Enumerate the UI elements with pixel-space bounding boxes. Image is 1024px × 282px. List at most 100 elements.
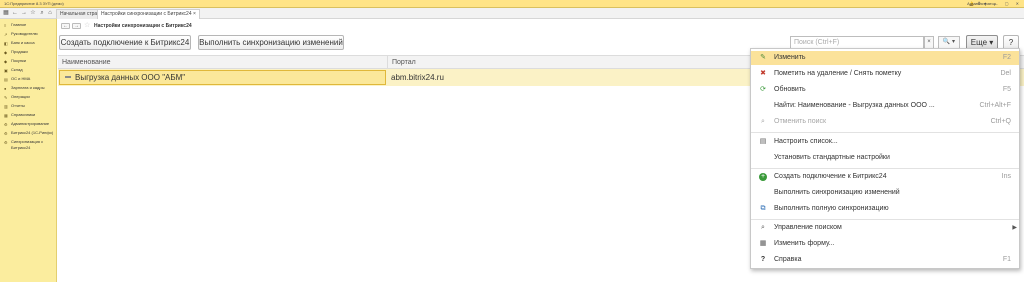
refresh-icon: ⟳ [760, 86, 766, 93]
menu-item-help[interactable]: ? Справка F1 [751, 253, 1019, 267]
history-back-icon[interactable]: ← [11, 10, 19, 17]
column-header-portal[interactable]: Портал [388, 56, 788, 69]
menu-item-create-connection[interactable]: + Создать подключение к Битрикс24 Ins [751, 170, 1019, 184]
sidebar-item-label-line2: Битрикс24 [11, 145, 31, 150]
page-title: Настройки синхронизации с Битрикс24 [94, 23, 192, 29]
sidebar-item-purchases[interactable]: ◆ Покупки [4, 58, 26, 64]
sync-changes-button[interactable]: Выполнить синхронизацию изменений [198, 35, 344, 50]
menu-item-cancel-search[interactable]: ⌕ Отменить поиск Ctrl+Q [751, 115, 1019, 129]
search-icon: ⌕ [761, 224, 765, 231]
app-title: 1С:Предприятие 8.3 ЗУП (демо) [4, 1, 64, 6]
cell-name-text: Выгрузка данных ООО "АБМ" [75, 73, 186, 82]
menu-item-shortcut: Ins [1001, 173, 1011, 180]
menu-item-default-settings[interactable]: Установить стандартные настройки [751, 151, 1019, 165]
menu-item-label: Обновить [774, 86, 806, 93]
title-bar: 1С:Предприятие 8.3 ЗУП (демо) 🔔 ⏱ ★ Адми… [0, 0, 1024, 8]
window-controls[interactable]: — ▢ ✕ [994, 0, 1022, 8]
back-button[interactable]: ← [61, 23, 70, 29]
menu-item-label: Управление поиском [774, 224, 842, 231]
menu-item-label: Отменить поиск [774, 118, 827, 125]
tab-sync-settings[interactable]: Настройки синхронизации с Битрикс24 × [97, 9, 200, 19]
favorite-star-icon[interactable]: ☆ [84, 22, 90, 29]
sidebar-item-label: Банк и касса [11, 40, 35, 45]
menu-item-label: Создать подключение к Битрикс24 [774, 173, 887, 180]
search-icon[interactable]: ⌕ [38, 10, 46, 17]
sidebar-item-label: ОС и НМА [11, 76, 31, 81]
gear-icon: ⚙ [4, 131, 8, 136]
menu-item-label: Выполнить синхронизацию изменений [774, 189, 900, 196]
full-sync-icon: ⧉ [760, 205, 766, 212]
sidebar-item-sync[interactable]: ⚙ Синхронизация с Битрикс24 [4, 139, 43, 150]
sidebar-item-label: Отчеты [11, 103, 25, 108]
menu-item-refresh[interactable]: ⟳ Обновить F5 [751, 83, 1019, 97]
menu-separator [751, 168, 1019, 169]
person-icon: ● [4, 86, 7, 91]
tab-label: Настройки синхронизации с Битрикс24 [101, 11, 192, 17]
pencil-icon: ✎ [760, 54, 766, 61]
sidebar-item-manager[interactable]: ↗ Руководителю [4, 31, 38, 37]
column-header-name[interactable]: Наименование [58, 56, 387, 69]
home-icon[interactable]: ⌂ [46, 10, 54, 17]
menu-item-label: Найти: Наименование - Выгрузка данных ОО… [774, 102, 935, 109]
menu-item-edit[interactable]: ✎ Изменить F2 [751, 51, 1019, 65]
sidebar-item-label: Склад [11, 67, 23, 72]
delete-mark-icon: ✖ [760, 70, 766, 77]
sidebar-item-label: Зарплата и кадры [11, 85, 45, 90]
menu-item-label: Изменить форму... [774, 240, 835, 247]
list-settings-icon: ▤ [759, 138, 767, 145]
sidebar-item-label: Руководителю [11, 31, 38, 36]
forward-button[interactable]: → [72, 23, 81, 29]
add-icon: + [759, 173, 767, 181]
menu-separator [751, 219, 1019, 220]
history-forward-icon[interactable]: → [20, 10, 28, 17]
menu-item-search-management[interactable]: ⌕ Управление поиском ▶ [751, 221, 1019, 235]
submenu-arrow-icon: ▶ [1012, 225, 1017, 231]
menu-item-shortcut: Ctrl+Q [990, 118, 1011, 125]
menu-item-shortcut: Del [1000, 70, 1011, 77]
sidebar: ≡ Главное ↗ Руководителю ◧ Банк и касса ◆ Пр… [0, 19, 57, 282]
menu-item-label: Установить стандартные настройки [774, 154, 890, 161]
menu-item-mark-delete[interactable]: ✖ Пометить на удаление / Снять пометку D… [751, 67, 1019, 81]
menu-item-find[interactable]: Найти: Наименование - Выгрузка данных ОО… [751, 99, 1019, 113]
sidebar-item-assets[interactable]: ▤ ОС и НМА [4, 76, 30, 82]
warehouse-icon: ▣ [4, 68, 8, 73]
sidebar-item-operations[interactable]: ✎ Операции [4, 94, 30, 100]
sidebar-item-salary[interactable]: ● Зарплата и кадры [4, 85, 44, 91]
sidebar-item-label: Операции [11, 94, 30, 99]
sidebar-item-bank[interactable]: ◧ Банк и касса [4, 40, 35, 46]
sidebar-item-reports[interactable]: ▥ Отчеты [4, 103, 25, 109]
menu-item-change-form[interactable]: ▦ Изменить форму... [751, 237, 1019, 251]
operations-icon: ✎ [4, 95, 8, 100]
close-icon[interactable]: × [193, 11, 196, 17]
menu-item-label: Справка [774, 256, 802, 263]
sidebar-item-label: Главное [11, 22, 27, 27]
record-icon [65, 75, 71, 78]
help-icon: ? [760, 256, 766, 263]
menu-item-label: Изменить [774, 54, 806, 61]
sidebar-item-admin[interactable]: ⚙ Администрирование [4, 121, 49, 127]
bank-icon: ◧ [4, 41, 8, 46]
cell-name[interactable]: Выгрузка данных ООО "АБМ" [59, 70, 386, 85]
gear-icon: ⚙ [4, 122, 8, 127]
sidebar-item-warehouse[interactable]: ▣ Склад [4, 67, 23, 73]
cell-portal[interactable]: abm.bitrix24.ru [391, 70, 444, 85]
menu-item-sync-changes[interactable]: Выполнить синхронизацию изменений [751, 186, 1019, 200]
menu-item-configure-list[interactable]: ▤ Настроить список... [751, 135, 1019, 149]
assets-icon: ▤ [4, 77, 8, 82]
create-connection-button[interactable]: Создать подключение к Битрикс24 [59, 35, 191, 50]
star-icon[interactable]: ☆ [29, 10, 37, 17]
sidebar-item-sales[interactable]: ◆ Продажи [4, 49, 28, 55]
grid-menu-icon[interactable]: ▦ [2, 10, 10, 17]
sidebar-item-main[interactable]: ≡ Главное [4, 22, 26, 28]
menu-item-label: Выполнить полную синхронизацию [774, 205, 889, 212]
sidebar-item-label: Битрикс24 (1С-Ринфо) [11, 130, 54, 135]
sidebar-item-catalogs[interactable]: ▦ Справочники [4, 112, 35, 118]
sales-icon: ◆ [4, 50, 8, 55]
sidebar-item-bitrix[interactable]: ⚙ Битрикс24 (1С-Ринфо) [4, 130, 53, 136]
gear-icon: ⚙ [4, 140, 8, 145]
current-user[interactable]: Администратор [967, 0, 996, 8]
menu-item-shortcut: F5 [1002, 86, 1011, 93]
menu-separator [751, 132, 1019, 133]
more-menu: ✎ Изменить F2 ✖ Пометить на удаление / С… [750, 48, 1020, 269]
menu-item-full-sync[interactable]: ⧉ Выполнить полную синхронизацию [751, 202, 1019, 216]
